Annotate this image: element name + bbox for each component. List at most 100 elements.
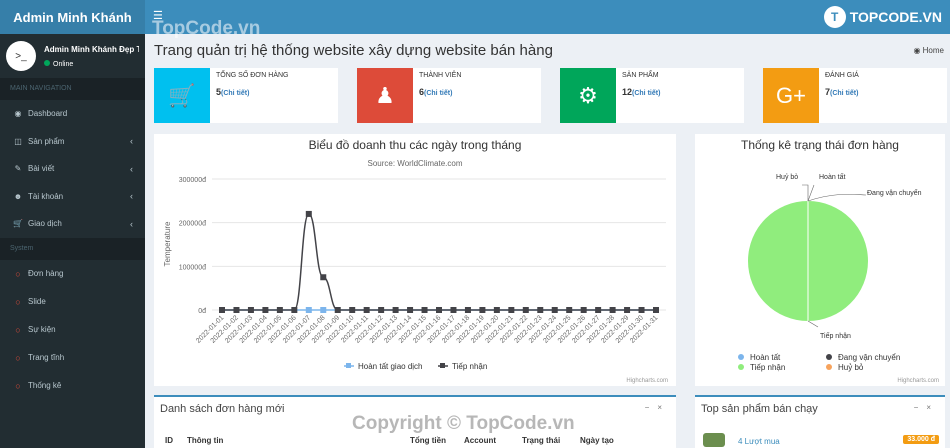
orders-column-header[interactable]: Ngày tạo <box>580 436 614 445</box>
data-point[interactable] <box>436 307 442 313</box>
info-box-count: 12 <box>622 87 633 97</box>
info-box-2: ⚙ SẢN PHẨM 12(Chi tiết) <box>560 68 744 123</box>
data-point[interactable] <box>392 307 399 313</box>
top-navbar: ☰ T TOPCODE.VN <box>145 0 950 34</box>
sidebar-item-3[interactable]: ☻ Tài khoản ‹ <box>0 183 145 211</box>
data-point[interactable] <box>407 307 414 313</box>
y-axis-label: Temperature <box>163 221 172 266</box>
data-point[interactable] <box>595 307 602 313</box>
user-name: Admin Minh Khánh Đẹp Trai <box>44 44 139 54</box>
sidebar-item-label: Sản phẩm <box>28 136 65 146</box>
connector <box>802 184 809 201</box>
data-point[interactable] <box>653 307 659 313</box>
data-point[interactable] <box>291 307 298 313</box>
data-point[interactable] <box>580 307 587 313</box>
chevron-left-icon: ‹ <box>130 163 133 174</box>
chart-credits[interactable]: Highcharts.com <box>626 378 668 384</box>
sidebar-system-item-2[interactable]: ○ Sự kiện <box>0 316 145 344</box>
pie-data-label: Đang vận chuyển <box>867 189 922 197</box>
data-point[interactable] <box>450 307 457 313</box>
chart-title: Biểu đồ doanh thu các ngày trong tháng <box>309 138 522 152</box>
data-point[interactable] <box>609 307 616 313</box>
orders-column-header[interactable]: Account <box>464 436 496 445</box>
data-point[interactable] <box>233 307 240 313</box>
data-point[interactable] <box>334 307 341 313</box>
data-point[interactable] <box>349 307 356 313</box>
close-icon[interactable]: × <box>926 403 939 412</box>
dashboard-icon: ◉ <box>14 109 22 119</box>
collapse-icon[interactable]: − <box>914 403 927 412</box>
orders-column-header[interactable]: Tổng tiền <box>410 436 446 445</box>
legend-item[interactable]: Hoàn tất <box>750 353 781 362</box>
sidebar-item-2[interactable]: ✎ Bài viết ‹ <box>0 155 145 183</box>
data-point[interactable] <box>537 307 544 313</box>
orders-column-header[interactable]: Trạng thái <box>522 436 560 445</box>
legend-item[interactable]: Huỷ bỏ <box>838 363 864 372</box>
sidebar-system-item-3[interactable]: ○ Trang tĩnh <box>0 344 145 372</box>
data-point[interactable] <box>262 307 269 313</box>
data-point[interactable] <box>522 307 529 313</box>
edit-icon: ✎ <box>14 164 22 174</box>
sidebar-system-item-0[interactable]: ○ Đơn hàng <box>0 260 145 288</box>
data-point[interactable] <box>493 307 500 313</box>
legend-item[interactable]: Tiếp nhận <box>452 362 487 371</box>
data-point[interactable] <box>305 210 312 217</box>
info-box-label: TỔNG SỐ ĐƠN HÀNG <box>216 72 289 79</box>
data-point[interactable] <box>421 307 428 313</box>
page-title: Trang quản trị hệ thống website xây dựng… <box>154 42 553 59</box>
sidebar-system-item-4[interactable]: ○ Thống kê <box>0 372 145 400</box>
revenue-line-chart: Biểu đồ doanh thu các ngày trong tháng So… <box>163 138 668 384</box>
details-link[interactable]: (Chi tiết) <box>632 90 660 97</box>
online-dot-icon <box>44 59 50 66</box>
data-point[interactable] <box>305 307 312 313</box>
series-line-1 <box>221 213 656 311</box>
cart-icon: 🛒 <box>154 68 210 123</box>
avatar: >_ <box>6 41 36 71</box>
sidebar-item-label: Dashboard <box>28 109 68 119</box>
logo[interactable]: Admin Minh Khánh <box>0 0 145 34</box>
data-point[interactable] <box>219 307 225 313</box>
connector <box>807 320 819 328</box>
details-link[interactable]: (Chi tiết) <box>424 90 452 97</box>
users-icon: ♟ <box>357 68 413 123</box>
details-link[interactable]: (Chi tiết) <box>221 90 249 97</box>
y-tick-label: 300000đ <box>179 177 206 184</box>
box-tools[interactable]: −× <box>914 403 939 412</box>
pie-data-label: Hoàn tất <box>819 172 846 181</box>
collapse-icon[interactable]: − <box>645 403 658 412</box>
data-point[interactable] <box>363 307 370 313</box>
sidebar-item-4[interactable]: 🛒 Giao dịch ‹ <box>0 210 145 238</box>
box-tools[interactable]: −× <box>645 403 670 412</box>
data-point[interactable] <box>551 307 558 313</box>
orders-column-header[interactable]: Thông tin <box>187 436 223 445</box>
sidebar-item-label: Tài khoản <box>28 191 64 201</box>
user-panel: >_ Admin Minh Khánh Đẹp Trai Online <box>0 34 145 78</box>
data-point[interactable] <box>566 307 573 313</box>
orders-column-header[interactable]: ID <box>165 436 173 445</box>
chart-credits[interactable]: Highcharts.com <box>897 378 939 384</box>
data-point[interactable] <box>320 307 327 313</box>
legend-item[interactable]: Hoàn tất giao dịch <box>358 362 423 371</box>
info-box-3: G+ ĐÁNH GIÁ 7(Chi tiết) <box>763 68 947 123</box>
close-icon[interactable]: × <box>657 403 670 412</box>
circle-icon: ○ <box>15 324 21 335</box>
legend-marker <box>738 364 744 370</box>
data-point[interactable] <box>464 307 471 313</box>
sidebar-item-0[interactable]: ◉ Dashboard <box>0 100 145 128</box>
data-point[interactable] <box>479 307 486 313</box>
data-point[interactable] <box>378 307 385 313</box>
breadcrumb[interactable]: ◉ Home <box>913 46 944 55</box>
connector <box>807 193 867 202</box>
sidebar-system-item-1[interactable]: ○ Slide <box>0 288 145 316</box>
data-point[interactable] <box>508 307 515 313</box>
data-point[interactable] <box>320 274 327 281</box>
sidebar-item-1[interactable]: ◫ Sản phẩm ‹ <box>0 128 145 156</box>
product-sales-count[interactable]: 4 Lượt mua <box>738 437 780 446</box>
data-point[interactable] <box>247 307 254 313</box>
data-point[interactable] <box>624 307 631 313</box>
data-point[interactable] <box>638 307 645 313</box>
details-link[interactable]: (Chi tiết) <box>830 90 858 97</box>
legend-item[interactable]: Tiếp nhận <box>750 363 785 372</box>
legend-item[interactable]: Đang vận chuyển <box>838 353 900 362</box>
data-point[interactable] <box>276 307 283 313</box>
